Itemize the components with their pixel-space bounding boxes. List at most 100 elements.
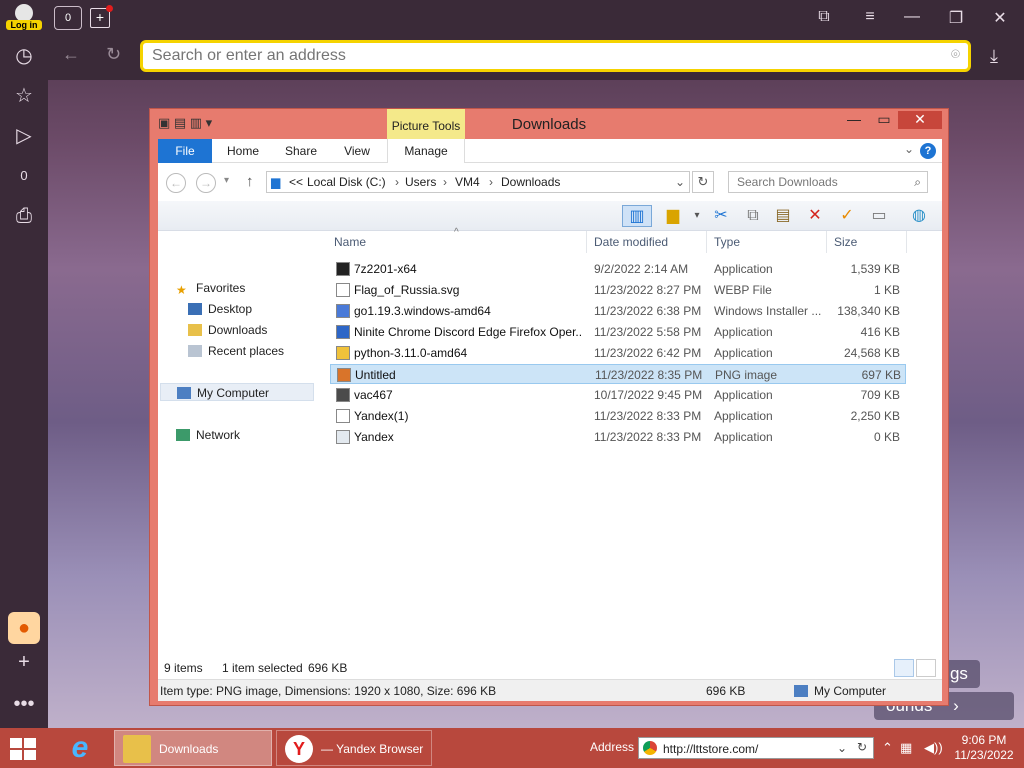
table-row[interactable]: vac467 10/17/2022 9:45 PM Application 709 K… <box>330 385 906 405</box>
checkmark-icon[interactable]: ✓ <box>836 205 858 227</box>
delete-icon[interactable]: ✕ <box>804 205 826 227</box>
table-row[interactable]: Flag_of_Russia.svg 11/23/2022 8:27 PM WEBP… <box>330 280 906 300</box>
tab-view[interactable]: View <box>334 139 380 163</box>
column-divider[interactable] <box>586 231 587 253</box>
network-tray-icon[interactable]: ▦ <box>900 740 912 756</box>
history-icon[interactable]: ◷ <box>10 42 38 70</box>
forward-icon[interactable]: → <box>196 173 216 193</box>
breadcrumb-overflow[interactable]: << <box>289 175 303 189</box>
table-row[interactable]: Untitled 11/23/2022 8:35 PM PNG image 697 K… <box>330 364 906 384</box>
table-row[interactable]: Yandex(1) 11/23/2022 8:33 PM Application 2,… <box>330 406 906 426</box>
explorer-titlebar[interactable]: ▣ ▤ ▥ ▾ Picture Tools Downloads — ▭ ✕ <box>150 109 948 141</box>
more-icon[interactable]: ••• <box>10 690 38 718</box>
counter-icon[interactable]: 0 <box>10 162 38 190</box>
search-box[interactable]: Search Downloads ⌕ <box>728 171 928 193</box>
breadcrumb-users[interactable]: Users <box>405 175 436 189</box>
breadcrumb-local-disk[interactable]: Local Disk (C:) <box>307 175 386 189</box>
address-input[interactable] <box>152 43 912 69</box>
table-row[interactable]: Yandex 11/23/2022 8:33 PM Application 0 KB <box>330 427 906 447</box>
star-icon[interactable]: ☆ <box>10 82 38 110</box>
internet-explorer-icon[interactable]: e <box>64 732 96 764</box>
chevron-down-icon[interactable]: ⌄ <box>837 741 847 755</box>
chevron-down-icon[interactable]: ⌄ <box>675 175 685 189</box>
taskbar-item-yandex[interactable]: Y — Yandex Browser <box>276 730 432 766</box>
breadcrumb[interactable]: ▆ << Local Disk (C:) › Users › VM4 › Dow… <box>266 171 690 193</box>
column-divider[interactable] <box>906 231 907 253</box>
volume-icon[interactable]: ◀)) <box>924 740 943 756</box>
rename-icon[interactable]: ▭ <box>868 205 890 227</box>
column-name[interactable]: Name <box>334 235 366 249</box>
cut-icon[interactable]: ✂ <box>710 205 732 227</box>
home-tab[interactable]: 0 <box>54 6 82 30</box>
tab-home[interactable]: Home <box>220 139 266 163</box>
folder-options-icon[interactable]: ▆ <box>662 205 684 227</box>
paste-icon[interactable]: ▤ <box>772 205 794 227</box>
tab-file[interactable]: File <box>158 139 212 163</box>
explorer-window: ▣ ▤ ▥ ▾ Picture Tools Downloads — ▭ ✕ Fi… <box>149 108 949 706</box>
minimize-icon[interactable]: — <box>840 111 868 129</box>
nav-favorites-label: Favorites <box>196 281 246 295</box>
back-icon[interactable]: ← <box>166 173 186 193</box>
new-tab-button[interactable]: + <box>90 5 113 28</box>
preview-pane-icon[interactable]: ▥ <box>622 205 652 227</box>
add-icon[interactable]: + <box>10 648 38 676</box>
windows-start-icon[interactable] <box>10 738 38 760</box>
table-row[interactable]: python-3.11.0-amd64 11/23/2022 6:42 PM App… <box>330 343 906 363</box>
login-button[interactable]: Log in <box>6 4 42 34</box>
column-type[interactable]: Type <box>714 235 740 249</box>
menu-icon[interactable]: ≡ <box>858 8 882 26</box>
help-icon[interactable]: ? <box>920 143 936 159</box>
clock[interactable]: 9:06 PM 11/23/2022 <box>948 733 1020 763</box>
yandex-app-icon[interactable]: ● <box>8 612 40 644</box>
maximize-icon[interactable]: ▭ <box>870 111 898 129</box>
nav-favorites[interactable]: ★ Favorites <box>176 279 245 297</box>
up-icon[interactable]: ↑ <box>246 173 254 190</box>
restore-icon[interactable]: ❐ <box>944 8 968 28</box>
close-icon[interactable]: ✕ <box>898 111 942 129</box>
address-bar[interactable]: ⌾ <box>140 40 971 72</box>
minimize-icon[interactable]: — <box>900 8 924 26</box>
screenshot-icon[interactable]: ⎙ <box>10 202 38 230</box>
tab-manage[interactable]: Manage <box>387 139 465 163</box>
nav-network[interactable]: Network <box>176 426 240 444</box>
chevron-down-icon[interactable]: ▾ <box>686 205 708 227</box>
large-icons-view-icon[interactable] <box>916 659 936 677</box>
column-date[interactable]: Date modified <box>594 235 668 249</box>
table-row[interactable]: 7z2201-x64 9/2/2022 2:14 AM Application 1,5… <box>330 259 906 279</box>
file-date: 11/23/2022 8:33 PM <box>594 409 702 423</box>
bookmarks-icon[interactable]: ⧉ <box>812 8 836 26</box>
refresh-icon[interactable]: ↻ <box>692 171 714 193</box>
taskbar-item-downloads[interactable]: Downloads <box>114 730 272 766</box>
download-icon[interactable]: ⤓ <box>990 46 998 67</box>
column-divider[interactable] <box>706 231 707 253</box>
yandex-icon: Y <box>285 735 313 763</box>
go-icon[interactable]: ↻ <box>857 740 867 754</box>
nav-my-computer[interactable]: My Computer <box>160 383 314 401</box>
table-row[interactable]: Ninite Chrome Discord Edge Firefox Oper.… <box>330 322 906 342</box>
column-divider[interactable] <box>826 231 827 253</box>
globe-icon[interactable]: ◍ <box>908 205 930 227</box>
copy-icon[interactable]: ⧉ <box>742 205 764 227</box>
reload-icon[interactable]: ↻ <box>106 44 121 65</box>
search-icon[interactable]: ⌕ <box>914 175 921 190</box>
nav-downloads[interactable]: Downloads <box>188 321 267 339</box>
recent-dropdown-icon[interactable]: ▾ <box>224 175 229 186</box>
file-name: Yandex <box>354 430 394 444</box>
close-icon[interactable]: ✕ <box>988 8 1012 28</box>
camera-icon[interactable]: ⌾ <box>951 46 960 63</box>
breadcrumb-separator: › <box>443 175 447 189</box>
table-row[interactable]: go1.19.3.windows-amd64 11/23/2022 6:38 PM… <box>330 301 906 321</box>
file-type: Windows Installer ... <box>714 304 822 318</box>
back-icon[interactable]: ← <box>62 44 80 65</box>
breadcrumb-vm4[interactable]: VM4 <box>455 175 480 189</box>
breadcrumb-downloads[interactable]: Downloads <box>501 175 560 189</box>
play-icon[interactable]: ▷ <box>10 122 38 150</box>
nav-desktop[interactable]: Desktop <box>188 300 252 318</box>
nav-recent[interactable]: Recent places <box>188 342 284 360</box>
column-size[interactable]: Size <box>834 235 857 249</box>
tray-chevron-icon[interactable]: ⌃ <box>882 740 893 756</box>
tab-share[interactable]: Share <box>278 139 324 163</box>
details-view-icon[interactable] <box>894 659 914 677</box>
taskbar-address-input[interactable]: http://lttstore.com/ ⌄ ↻ <box>638 737 874 759</box>
chevron-down-icon[interactable]: ⌄ <box>904 142 914 156</box>
